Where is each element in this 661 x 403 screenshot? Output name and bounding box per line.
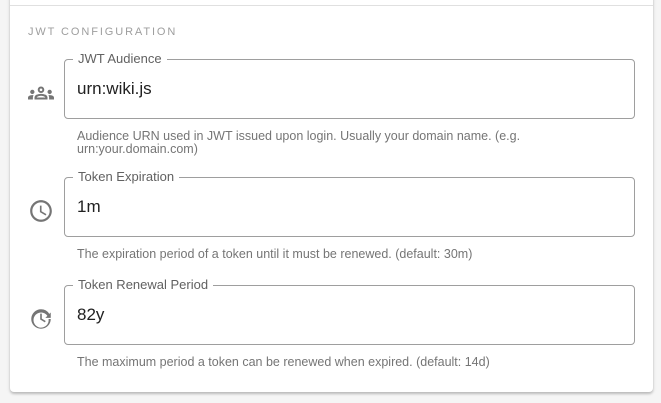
token-expiration-field[interactable]: Token Expiration [64,169,635,237]
token-expiration-hint: The expiration period of a token until i… [77,247,473,261]
jwt-audience-input[interactable] [77,60,617,118]
token-renewal-hint: The maximum period a token can be renewe… [77,355,490,369]
jwt-configuration-card: JWT CONFIGURATION JWT Audience Audience … [10,0,653,392]
token-renewal-input[interactable] [77,286,617,344]
token-expiration-input[interactable] [77,178,617,236]
refresh-clock-icon [28,306,54,332]
token-renewal-field[interactable]: Token Renewal Period [64,277,635,345]
people-icon [28,80,54,106]
clock-icon [28,198,54,224]
top-divider [10,5,653,6]
jwt-audience-hint: Audience URN used in JWT issued upon log… [77,129,521,156]
jwt-audience-field[interactable]: JWT Audience [64,51,635,119]
section-title: JWT CONFIGURATION [28,26,178,38]
